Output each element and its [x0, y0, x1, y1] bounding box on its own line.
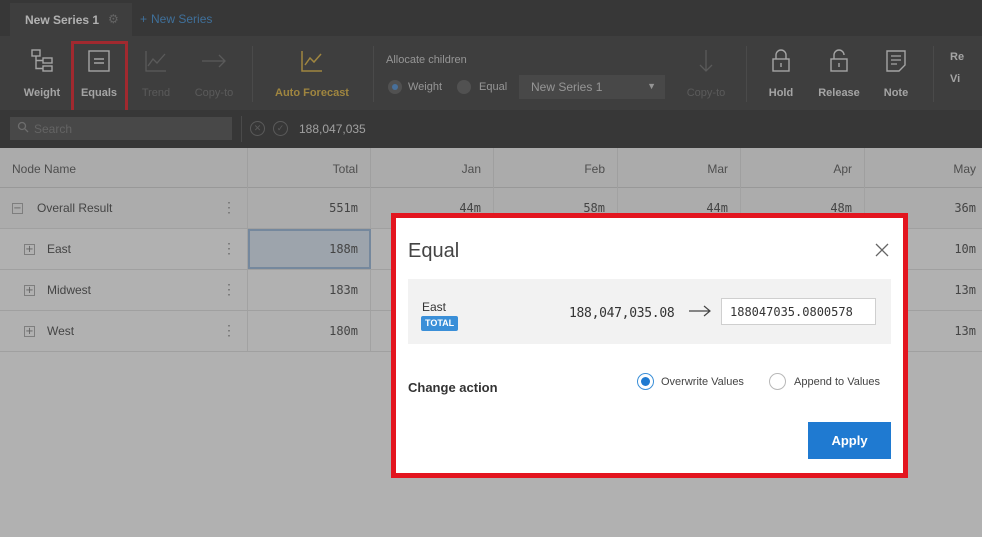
overwrite-values-radio[interactable]: [637, 373, 654, 390]
allocation-info: East TOTAL 188,047,035.08 188047035.0800…: [408, 279, 891, 344]
new-value-input[interactable]: 188047035.0800578: [721, 298, 876, 325]
dialog-title: Equal: [408, 240, 460, 262]
overwrite-values-label[interactable]: Overwrite Values: [661, 376, 744, 388]
original-value: 188,047,035.08: [569, 306, 675, 321]
arrow-right-icon: [688, 304, 712, 323]
equal-dialog-highlight: Equal East TOTAL 188,047,035.08 18804703…: [391, 213, 908, 478]
append-values-radio[interactable]: [769, 373, 786, 390]
close-icon[interactable]: [872, 240, 892, 260]
node-name: East: [422, 300, 447, 314]
apply-button[interactable]: Apply: [808, 422, 891, 459]
equal-dialog: Equal East TOTAL 188,047,035.08 18804703…: [396, 218, 903, 473]
change-action-label: Change action: [408, 380, 498, 395]
total-badge: TOTAL: [421, 316, 459, 331]
append-values-label[interactable]: Append to Values: [794, 376, 880, 388]
